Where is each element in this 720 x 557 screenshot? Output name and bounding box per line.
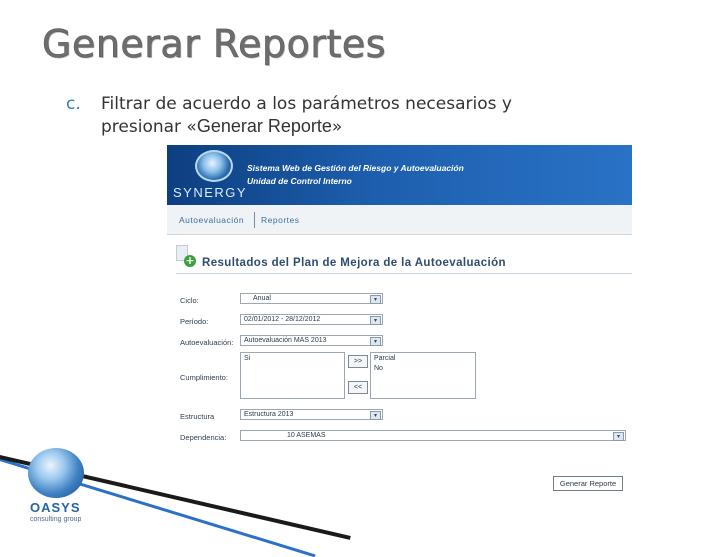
estructura-value: Estructura 2013	[244, 411, 294, 418]
bullet-line-2-prefix: presionar «	[101, 117, 197, 137]
autoevaluacion-label: Autoevaluación:	[180, 338, 234, 347]
autoevaluacion-value: Autoevaluación MAS 2013	[244, 337, 327, 344]
system-subtitle: Unidad de Control Interno	[247, 176, 352, 186]
chevron-down-icon: ▾	[370, 295, 381, 304]
list-item[interactable]: Si	[244, 355, 250, 362]
chevron-down-icon: ▾	[370, 337, 381, 346]
periodo-select[interactable]: 02/01/2012 - 28/12/2012 ▾	[240, 314, 383, 325]
section-title: Resultados del Plan de Mejora de la Auto…	[202, 257, 506, 269]
bullet-marker: c.	[66, 94, 81, 114]
oasys-tagline: consulting group	[30, 516, 82, 523]
dependencia-label: Dependencia:	[180, 433, 227, 442]
oasys-brand: OASYS	[30, 500, 81, 515]
nav-reportes[interactable]: Reportes	[261, 215, 300, 225]
add-circle-icon: +	[184, 254, 196, 267]
cumplimiento-available-list[interactable]: Si	[240, 352, 345, 399]
cumplimiento-label: Cumplimiento:	[180, 373, 228, 382]
chevron-down-icon: ▾	[370, 411, 381, 420]
chevron-down-icon: ▾	[370, 316, 381, 325]
periodo-label: Período:	[180, 317, 209, 326]
ciclo-select[interactable]: Anual ▾	[240, 293, 383, 304]
dependencia-value: 10 ASEMAS	[287, 432, 326, 439]
list-item[interactable]: Parcial	[374, 355, 395, 362]
app-header: SYNERGY Sistema Web de Gestión del Riesg…	[167, 145, 632, 205]
move-right-button[interactable]: >>	[348, 355, 368, 368]
move-left-button[interactable]: <<	[348, 381, 368, 394]
ciclo-label: Ciclo:	[180, 296, 199, 305]
ciclo-value: Anual	[253, 295, 271, 302]
periodo-value: 02/01/2012 - 28/12/2012	[244, 316, 321, 323]
list-item[interactable]: No	[374, 365, 383, 372]
dependencia-select[interactable]: 10 ASEMAS ▾	[240, 430, 626, 441]
cumplimiento-selected-list[interactable]: Parcial No	[370, 352, 476, 399]
nav-autoevaluacion[interactable]: Autoevaluación	[179, 215, 244, 225]
oasys-globe-icon	[28, 448, 84, 498]
estructura-label: Estructura	[180, 412, 215, 421]
slide-title: Generar Reportes	[42, 22, 387, 67]
autoevaluacion-select[interactable]: Autoevaluación MAS 2013 ▾	[240, 335, 383, 346]
synergy-logo-text: SYNERGY	[173, 185, 248, 200]
bullet-line-2-suffix: »	[331, 117, 343, 137]
section-header: + Resultados del Plan de Mejora de la Au…	[176, 245, 632, 274]
app-nav: Autoevaluación Reportes	[167, 205, 632, 235]
synergy-logo-icon	[195, 150, 233, 182]
bullet-text: Filtrar de acuerdo a los parámetros nece…	[101, 93, 621, 138]
bullet-emphasis: Generar Reporte	[196, 116, 332, 136]
estructura-select[interactable]: Estructura 2013 ▾	[240, 409, 383, 420]
system-title: Sistema Web de Gestión del Riesgo y Auto…	[247, 163, 464, 173]
bullet-line-1: Filtrar de acuerdo a los parámetros nece…	[101, 94, 512, 114]
generar-reporte-button[interactable]: Generar Reporte	[553, 476, 623, 491]
chevron-down-icon: ▾	[613, 432, 624, 441]
nav-separator	[254, 212, 255, 228]
bullet-line-2: presionar «Generar Reporte»	[101, 115, 621, 138]
